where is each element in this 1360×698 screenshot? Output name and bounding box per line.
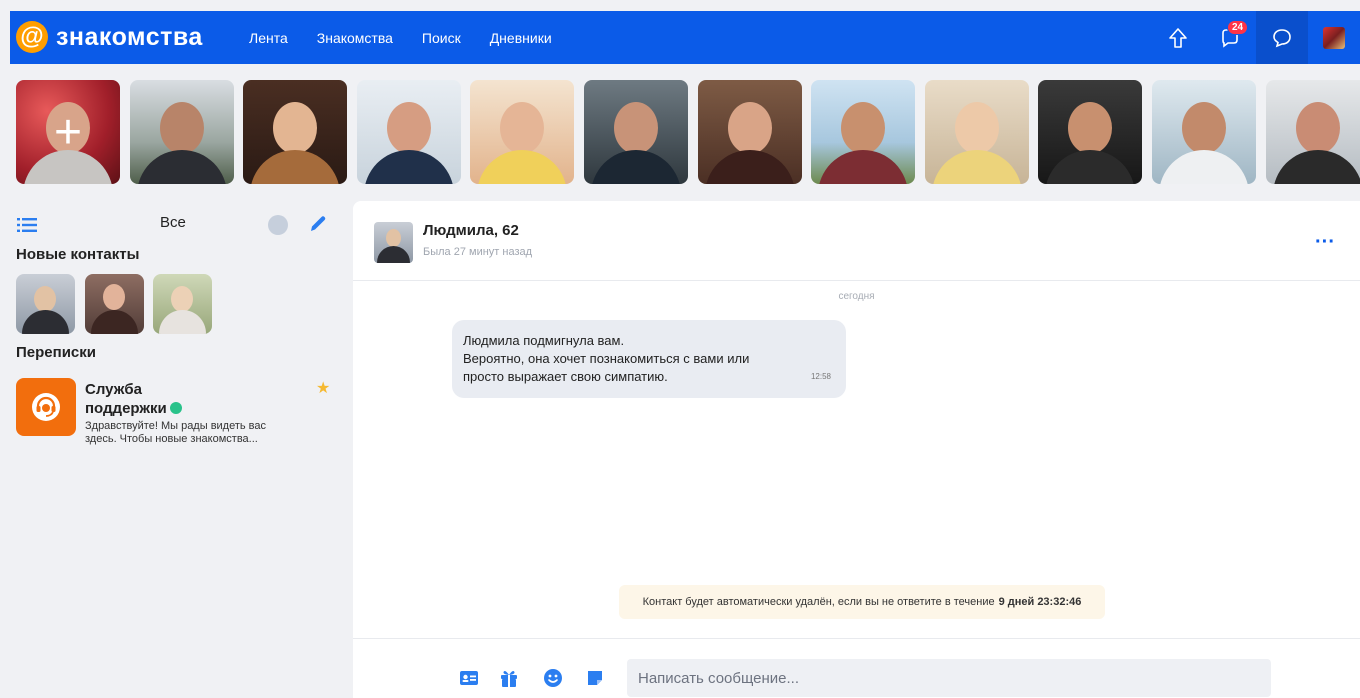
story-avatar[interactable] <box>697 80 802 184</box>
warning-text: Контакт будет автоматически удалён, если… <box>642 596 995 608</box>
message-composer <box>353 638 1360 698</box>
message-line: Вероятно, она хочет познакомиться с вами… <box>463 351 750 366</box>
chats-filter-select[interactable]: Все <box>160 214 186 231</box>
more-options-icon[interactable]: ··· <box>1315 232 1335 252</box>
notifications-badge: 24 <box>1227 20 1249 35</box>
user-avatar <box>1323 26 1345 49</box>
main-nav: Лента Знакомства Поиск Дневники <box>249 11 581 64</box>
story-avatar[interactable] <box>1038 80 1143 184</box>
story-avatar[interactable] <box>1151 80 1256 184</box>
story-avatar[interactable] <box>811 80 916 184</box>
compose-pencil-icon[interactable] <box>308 214 328 234</box>
emoji-icon[interactable] <box>543 668 563 688</box>
user-avatar-button[interactable] <box>1308 11 1360 64</box>
chat-item-name: Служба поддержки <box>85 380 215 418</box>
new-contact-avatar[interactable] <box>153 274 212 334</box>
nav-search[interactable]: Поиск <box>422 30 461 46</box>
message-time: 12:58 <box>810 372 831 381</box>
auto-delete-warning: Контакт будет автоматически удалён, если… <box>619 585 1105 619</box>
story-avatar[interactable] <box>924 80 1029 184</box>
plus-icon: + <box>53 105 83 159</box>
sticker-icon[interactable] <box>585 668 605 688</box>
message-line: просто выражает свою симпатию. <box>463 369 668 384</box>
story-avatar[interactable] <box>470 80 575 184</box>
status-toggle[interactable] <box>268 215 288 235</box>
contact-name[interactable]: Людмила, 62 <box>423 222 519 239</box>
top-navigation-bar: @ знакомства Лента Знакомства Поиск Днев… <box>10 11 1360 64</box>
warning-timer: 9 дней 23:32:46 <box>998 596 1082 608</box>
message-bubble: Людмила подмигнула вам. Вероятно, она хо… <box>452 320 846 398</box>
conversation-header: Людмила, 62 Была 27 минут назад ··· <box>353 201 1360 281</box>
message-line: Людмила подмигнула вам. <box>463 333 625 348</box>
contact-avatar[interactable] <box>374 222 413 263</box>
contact-card-icon[interactable] <box>459 668 479 688</box>
story-avatar[interactable] <box>1265 80 1360 184</box>
gift-icon[interactable] <box>499 668 519 688</box>
add-story-button[interactable]: + <box>16 80 120 184</box>
story-avatar[interactable] <box>243 80 348 184</box>
list-icon[interactable] <box>17 218 37 232</box>
new-contact-avatar[interactable] <box>85 274 144 334</box>
nav-feed[interactable]: Лента <box>249 30 288 46</box>
header-actions: 24 <box>1152 11 1360 64</box>
new-contact-avatar[interactable] <box>16 274 75 334</box>
logo-at-icon: @ <box>16 21 48 53</box>
chat-bubble-icon[interactable] <box>1256 11 1308 64</box>
conversation-panel: Людмила, 62 Была 27 минут назад ··· сего… <box>353 201 1360 698</box>
contact-last-seen: Была 27 минут назад <box>423 246 533 258</box>
support-headset-icon <box>16 378 76 436</box>
chat-item-preview: Здравствуйте! Мы рады видеть вас здесь. … <box>85 420 267 445</box>
logo[interactable]: @ знакомства <box>16 21 203 53</box>
notifications-button[interactable]: 24 <box>1204 11 1256 64</box>
upload-arrow-icon[interactable] <box>1152 11 1204 64</box>
chats-heading: Переписки <box>16 344 96 361</box>
story-avatar[interactable] <box>583 80 688 184</box>
story-avatar[interactable] <box>356 80 461 184</box>
story-avatar[interactable] <box>129 80 234 184</box>
chat-list-item[interactable]: Служба поддержки Здравствуйте! Мы рады в… <box>16 378 336 458</box>
logo-text: знакомства <box>56 22 203 51</box>
star-icon[interactable]: ★ <box>316 378 330 398</box>
stories-strip: + <box>16 80 1360 184</box>
date-separator: сегодня <box>838 291 875 302</box>
message-input[interactable] <box>627 659 1271 697</box>
new-contacts-heading: Новые контакты <box>16 246 140 263</box>
online-indicator <box>169 402 182 414</box>
nav-diaries[interactable]: Дневники <box>490 30 552 46</box>
nav-dating[interactable]: Знакомства <box>317 30 393 46</box>
